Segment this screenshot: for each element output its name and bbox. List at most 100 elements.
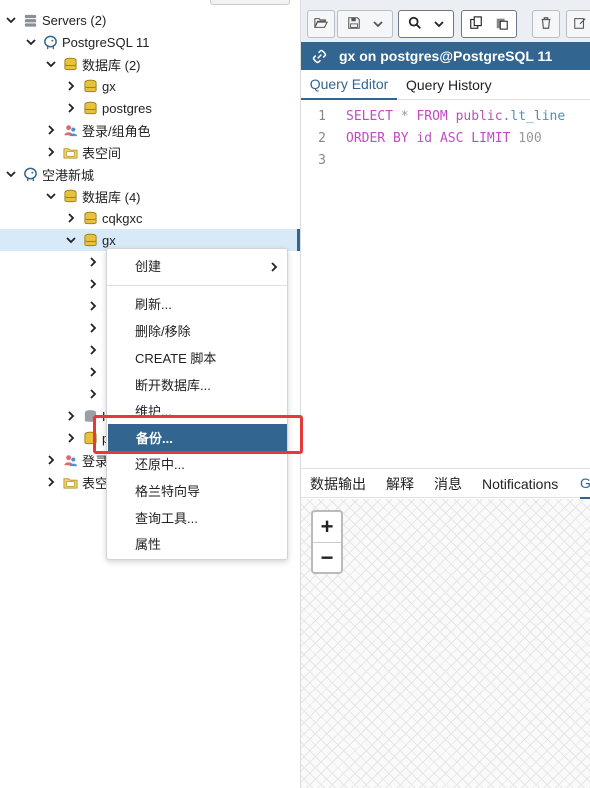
chevron-down-icon[interactable] bbox=[24, 35, 38, 49]
tree-node-tablespaces-1[interactable]: 表空间 bbox=[0, 141, 300, 163]
tablespace-folder-icon bbox=[62, 144, 78, 160]
tree-label: 数据库 (4) bbox=[82, 189, 141, 205]
chevron-right-icon[interactable] bbox=[44, 453, 58, 467]
menu-item-create-script[interactable]: CREATE 脚本 bbox=[107, 344, 287, 371]
chevron-right-icon[interactable] bbox=[64, 211, 78, 225]
chevron-down-icon[interactable] bbox=[64, 233, 78, 247]
menu-label: 还原中... bbox=[135, 457, 185, 472]
menu-label: 创建 bbox=[135, 259, 162, 274]
chevron-right-icon[interactable] bbox=[44, 123, 58, 137]
geometry-map[interactable]: + − bbox=[301, 499, 590, 788]
copy-paste-group[interactable] bbox=[461, 10, 517, 38]
code-text: ORDER BY id ASC LIMIT 100 bbox=[346, 131, 542, 146]
line-number: 2 bbox=[318, 130, 326, 146]
menu-label: 断开数据库... bbox=[135, 378, 211, 393]
operator: * bbox=[400, 108, 409, 124]
chevron-down-icon[interactable] bbox=[44, 189, 58, 203]
folder-open-icon bbox=[314, 16, 328, 33]
chevron-right-icon bbox=[269, 260, 279, 272]
menu-item-create[interactable]: 创建 bbox=[107, 252, 287, 279]
editor-line: 1 SELECT * FROM public.lt_line bbox=[301, 105, 565, 127]
menu-item-grant-wizard[interactable]: 格兰特向导 bbox=[107, 477, 287, 504]
postgres-elephant-icon bbox=[42, 34, 58, 50]
tree-node-server-konggang[interactable]: 空港新城 bbox=[0, 163, 300, 185]
chevron-right-icon[interactable] bbox=[86, 277, 100, 291]
tree-node-databases-1[interactable]: 数据库 (2) bbox=[0, 53, 300, 75]
menu-label: CREATE 脚本 bbox=[135, 351, 217, 366]
open-file-button[interactable] bbox=[307, 10, 335, 38]
tree-label: cqkgxc bbox=[102, 210, 143, 226]
chevron-right-icon[interactable] bbox=[86, 299, 100, 313]
menu-item-disconnect[interactable]: 断开数据库... bbox=[107, 371, 287, 398]
save-icon bbox=[347, 16, 361, 33]
tree-node-roles-1[interactable]: 登录/组角色 bbox=[0, 119, 300, 141]
connection-bar[interactable]: gx on postgres@PostgreSQL 11 bbox=[301, 42, 590, 70]
chevron-down-icon[interactable] bbox=[373, 17, 383, 32]
tab-messages[interactable]: 消息 bbox=[434, 469, 462, 499]
editor-line: 2 ORDER BY id ASC LIMIT 100 bbox=[301, 127, 542, 149]
tree-node-db-cqkgxc[interactable]: cqkgxc bbox=[0, 207, 300, 229]
chevron-right-icon[interactable] bbox=[44, 145, 58, 159]
menu-item-properties[interactable]: 属性 bbox=[107, 530, 287, 557]
delete-rows-button[interactable] bbox=[532, 10, 560, 38]
sql-editor[interactable]: 1 SELECT * FROM public.lt_line 2 ORDER B… bbox=[301, 101, 590, 467]
zoom-in-button[interactable]: + bbox=[313, 512, 341, 542]
roles-icon bbox=[62, 122, 78, 138]
tree-node-databases-2[interactable]: 数据库 (4) bbox=[0, 185, 300, 207]
tab-query-editor[interactable]: Query Editor bbox=[301, 70, 397, 100]
chevron-down-icon[interactable] bbox=[434, 17, 444, 32]
chevron-right-icon[interactable] bbox=[86, 321, 100, 335]
tab-notifications[interactable]: Notifications bbox=[482, 469, 558, 499]
chevron-right-icon[interactable] bbox=[64, 79, 78, 93]
database-icon bbox=[82, 210, 98, 226]
paste-icon[interactable] bbox=[495, 16, 509, 33]
tab-geometry-viewer[interactable]: G bbox=[580, 469, 590, 499]
annotation-highlight-box bbox=[93, 415, 303, 454]
chevron-right-icon[interactable] bbox=[64, 101, 78, 115]
tab-label: Query History bbox=[406, 77, 492, 93]
menu-item-delete[interactable]: 删除/移除 bbox=[107, 317, 287, 344]
save-button[interactable] bbox=[337, 10, 393, 38]
tab-query-history[interactable]: Query History bbox=[406, 70, 492, 100]
chevron-down-icon[interactable] bbox=[4, 13, 18, 27]
tree-label: 表空间 bbox=[82, 145, 122, 161]
tree-node-servers[interactable]: Servers (2) bbox=[0, 9, 300, 31]
toolbar-edge bbox=[210, 0, 290, 5]
chevron-right-icon[interactable] bbox=[86, 365, 100, 379]
menu-label: 查询工具... bbox=[135, 511, 198, 526]
chevron-right-icon[interactable] bbox=[44, 475, 58, 489]
query-toolbar bbox=[301, 0, 590, 42]
menu-item-restore[interactable]: 还原中... bbox=[107, 450, 287, 477]
copy-icon[interactable] bbox=[469, 15, 483, 33]
chevron-right-icon[interactable] bbox=[64, 431, 78, 445]
postgres-elephant-icon bbox=[22, 166, 38, 182]
editor-line: 3 bbox=[301, 149, 326, 171]
tab-data-output[interactable]: 数据输出 bbox=[310, 469, 366, 499]
roles-icon bbox=[62, 452, 78, 468]
database-icon bbox=[82, 78, 98, 94]
tree-node-db-gx-1[interactable]: gx bbox=[0, 75, 300, 97]
servers-icon bbox=[22, 12, 38, 28]
tree-label: PostgreSQL 11 bbox=[62, 34, 150, 50]
tree-label: gx bbox=[102, 78, 116, 94]
tab-explain[interactable]: 解释 bbox=[386, 469, 414, 499]
chevron-down-icon[interactable] bbox=[44, 57, 58, 71]
zoom-out-button[interactable]: − bbox=[313, 542, 341, 572]
edit-button[interactable] bbox=[566, 10, 590, 38]
chevron-right-icon[interactable] bbox=[86, 387, 100, 401]
chevron-right-icon[interactable] bbox=[64, 409, 78, 423]
line-number: 3 bbox=[318, 152, 326, 168]
tree-node-server-postgresql11[interactable]: PostgreSQL 11 bbox=[0, 31, 300, 53]
chevron-right-icon[interactable] bbox=[86, 343, 100, 357]
menu-item-query-tool[interactable]: 查询工具... bbox=[107, 504, 287, 531]
menu-label: 删除/移除 bbox=[135, 324, 191, 339]
chevron-right-icon[interactable] bbox=[86, 255, 100, 269]
chevron-down-icon[interactable] bbox=[4, 167, 18, 181]
database-icon bbox=[82, 100, 98, 116]
connection-title: gx on postgres@PostgreSQL 11 bbox=[339, 48, 553, 64]
menu-item-refresh[interactable]: 刷新... bbox=[107, 290, 287, 317]
find-button[interactable] bbox=[398, 10, 454, 38]
tree-label: 空港新城 bbox=[42, 167, 95, 183]
tree-node-db-postgres[interactable]: postgres bbox=[0, 97, 300, 119]
connection-link-icon[interactable] bbox=[311, 48, 327, 64]
